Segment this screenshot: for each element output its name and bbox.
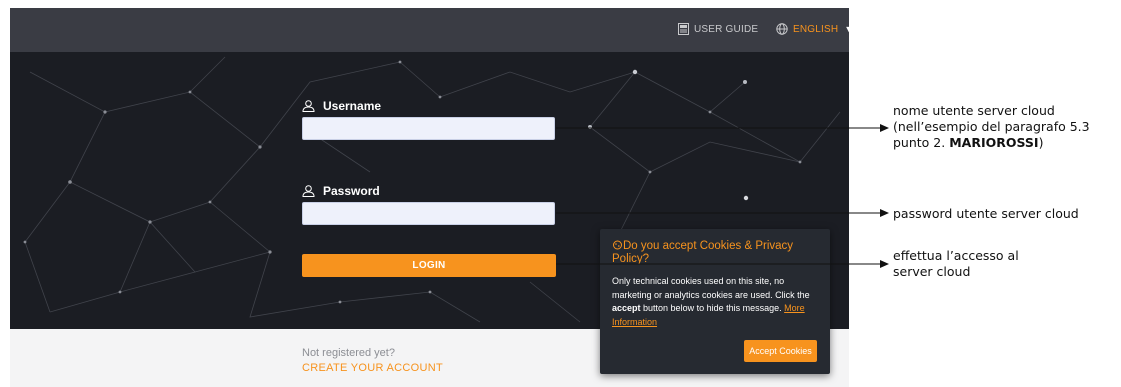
annotation-bold-text: MARIOROSSI xyxy=(949,135,1039,150)
annotation-username: nome utente server cloud (nell’esempio d… xyxy=(893,103,1090,151)
annotation-text: nome utente server cloud xyxy=(893,103,1055,118)
annotation-text-line3: punto 2. MARIOROSSI) xyxy=(893,135,1090,151)
annotation-arrows xyxy=(556,124,889,268)
annotation-text: punto 2. xyxy=(893,135,950,150)
annotation-login: effettua l’accesso al server cloud xyxy=(893,248,1019,280)
annotation-text: server cloud xyxy=(893,264,971,279)
annotation-text: (nell’esempio del paragrafo 5.3 xyxy=(893,119,1090,134)
annotation-text: effettua l’accesso al xyxy=(893,248,1019,263)
annotation-text: ) xyxy=(1038,135,1044,150)
annotation-text: password utente server cloud xyxy=(893,206,1079,221)
annotation-password: password utente server cloud xyxy=(893,206,1079,222)
